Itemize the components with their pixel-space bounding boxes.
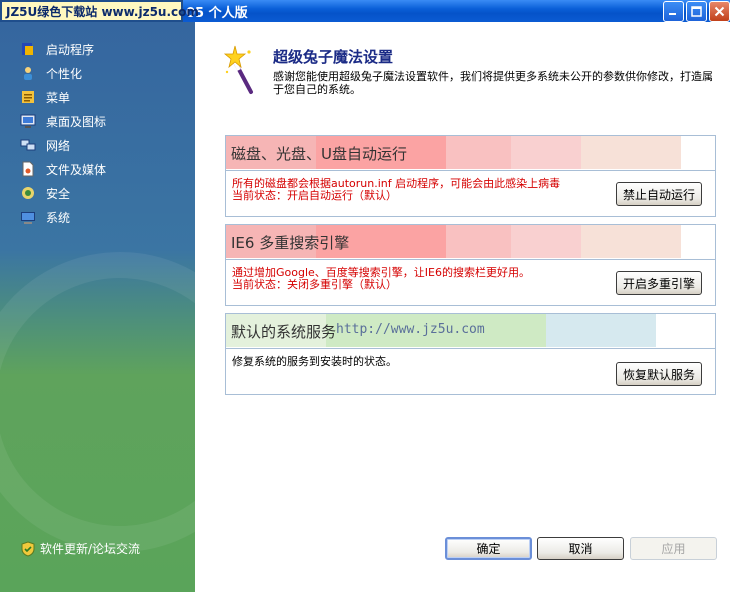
sidebar-item-desktop[interactable]: 桌面及图标: [20, 109, 106, 133]
ie6-search-section-header: IE6 多重搜索引擎: [226, 225, 715, 259]
maximize-button[interactable]: [686, 1, 707, 22]
software-update-label: 软件更新/论坛交流: [40, 542, 141, 556]
watermark-url: http://www.jz5u.com: [336, 322, 485, 337]
autorun-section-body: 所有的磁盘都会根据autorun.inf 启动程序，可能会由此感染上病毒 当前状…: [226, 170, 715, 216]
minimize-icon: [669, 13, 676, 15]
sidebar-item-personalize[interactable]: 个性化: [20, 61, 106, 85]
page-description: 感谢您能使用超级兔子魔法设置软件，我们将提供更多系统未公开的参数供你修改，打造属…: [273, 70, 713, 96]
sidebar-nav: 启动程序 个性化 菜单 桌面及图标 网络 文件及媒体 安全 系统: [20, 37, 106, 229]
default-services-section-header: 默认的系统服务 http://www.jz5u.com: [226, 314, 715, 348]
default-services-description: 修复系统的服务到安装时的状态。: [232, 355, 397, 368]
ie6-search-status: 当前状态：关闭多重引擎（默认）: [232, 278, 397, 291]
menu-icon: [22, 91, 34, 103]
main-panel: 超级兔子魔法设置 感谢您能使用超级兔子魔法设置软件，我们将提供更多系统未公开的参…: [195, 22, 730, 592]
autorun-section-title: 磁盘、光盘、U盘自动运行: [231, 144, 407, 163]
startup-icon: [22, 43, 33, 55]
close-button[interactable]: [709, 1, 730, 22]
sidebar-item-label: 菜单: [46, 90, 71, 105]
sidebar-item-file-media[interactable]: 文件及媒体: [20, 157, 106, 181]
sidebar-item-label: 系统: [46, 210, 71, 225]
sidebar-item-menu[interactable]: 菜单: [20, 85, 106, 109]
sidebar-item-label: 启动程序: [46, 42, 95, 57]
minimize-button[interactable]: [663, 1, 684, 22]
sidebar-item-label: 文件及媒体: [46, 162, 107, 177]
desktop-icon: [20, 114, 36, 128]
shield-icon: [21, 540, 35, 557]
enable-multi-engine-button[interactable]: 开启多重引擎: [615, 271, 702, 295]
ie6-search-section-title: IE6 多重搜索引擎: [231, 233, 350, 252]
software-update-link[interactable]: 软件更新/论坛交流: [20, 540, 140, 557]
sidebar-item-label: 网络: [46, 138, 71, 153]
sidebar-item-label: 安全: [46, 186, 71, 201]
ie6-search-section-body: 通过增加Google、百度等搜索引擎，让IE6的搜索栏更好用。 当前状态：关闭多…: [226, 259, 715, 305]
autorun-section: 磁盘、光盘、U盘自动运行 所有的磁盘都会根据autorun.inf 启动程序，可…: [225, 135, 716, 217]
sidebar-item-network[interactable]: 网络: [20, 133, 106, 157]
watermark-banner: JZ5U绿色下载站 www.jz5u.com: [0, 0, 199, 22]
sidebar: 启动程序 个性化 菜单 桌面及图标 网络 文件及媒体 安全 系统 软件更新/论坛…: [0, 22, 195, 592]
network-icon: [20, 139, 36, 151]
sidebar-item-security[interactable]: 安全: [20, 181, 106, 205]
sidebar-item-startup[interactable]: 启动程序: [20, 37, 106, 61]
file-media-icon: [22, 161, 34, 177]
magic-wand-icon: [223, 45, 253, 94]
restore-default-services-button[interactable]: 恢复默认服务: [615, 362, 702, 386]
default-services-section-title: 默认的系统服务: [231, 322, 337, 341]
page-title: 超级兔子魔法设置: [273, 48, 394, 66]
cancel-button[interactable]: 取消: [537, 537, 624, 560]
disable-autorun-button[interactable]: 禁止自动运行: [615, 182, 702, 206]
apply-button[interactable]: 应用: [630, 537, 717, 560]
sidebar-item-system[interactable]: 系统: [20, 205, 106, 229]
system-icon: [21, 212, 35, 224]
sidebar-item-label: 桌面及图标: [46, 114, 107, 129]
personalize-icon: [24, 67, 32, 80]
autorun-section-header: 磁盘、光盘、U盘自动运行: [226, 136, 715, 170]
ie6-search-section: IE6 多重搜索引擎 通过增加Google、百度等搜索引擎，让IE6的搜索栏更好…: [225, 224, 716, 306]
default-services-section-body: 修复系统的服务到安装时的状态。 恢复默认服务: [226, 348, 715, 394]
sidebar-decoration: [0, 252, 195, 552]
maximize-icon: [691, 6, 702, 17]
default-services-section: 默认的系统服务 http://www.jz5u.com 修复系统的服务到安装时的…: [225, 313, 716, 395]
security-icon: [22, 187, 34, 199]
ok-button[interactable]: 确定: [445, 537, 532, 560]
autorun-status: 当前状态：开启自动运行（默认）: [232, 189, 397, 202]
sidebar-item-label: 个性化: [46, 66, 83, 81]
close-icon: [714, 6, 725, 17]
